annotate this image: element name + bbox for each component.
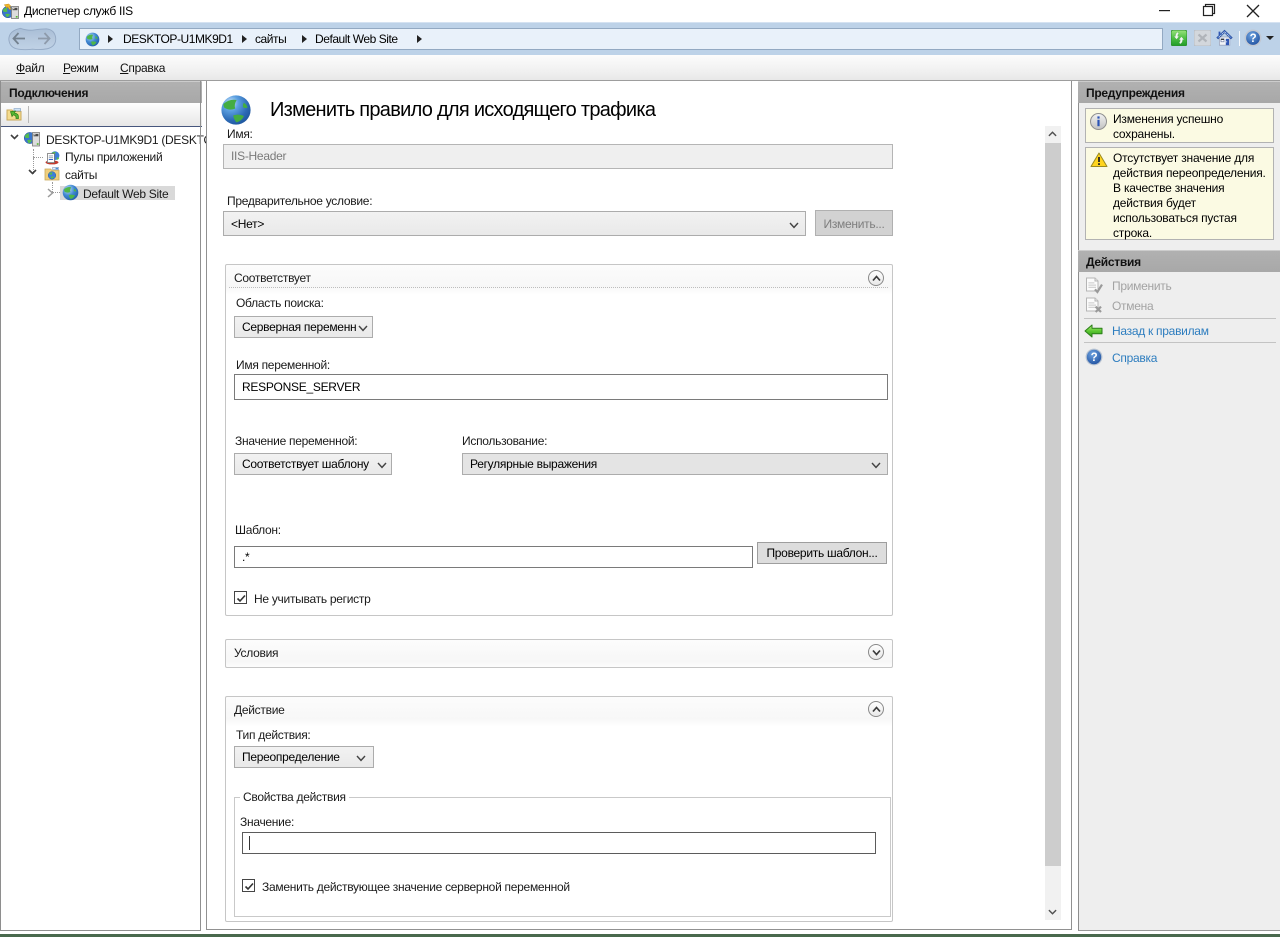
svg-text:?: ? xyxy=(1250,33,1257,45)
svg-text:?: ? xyxy=(1091,352,1098,364)
